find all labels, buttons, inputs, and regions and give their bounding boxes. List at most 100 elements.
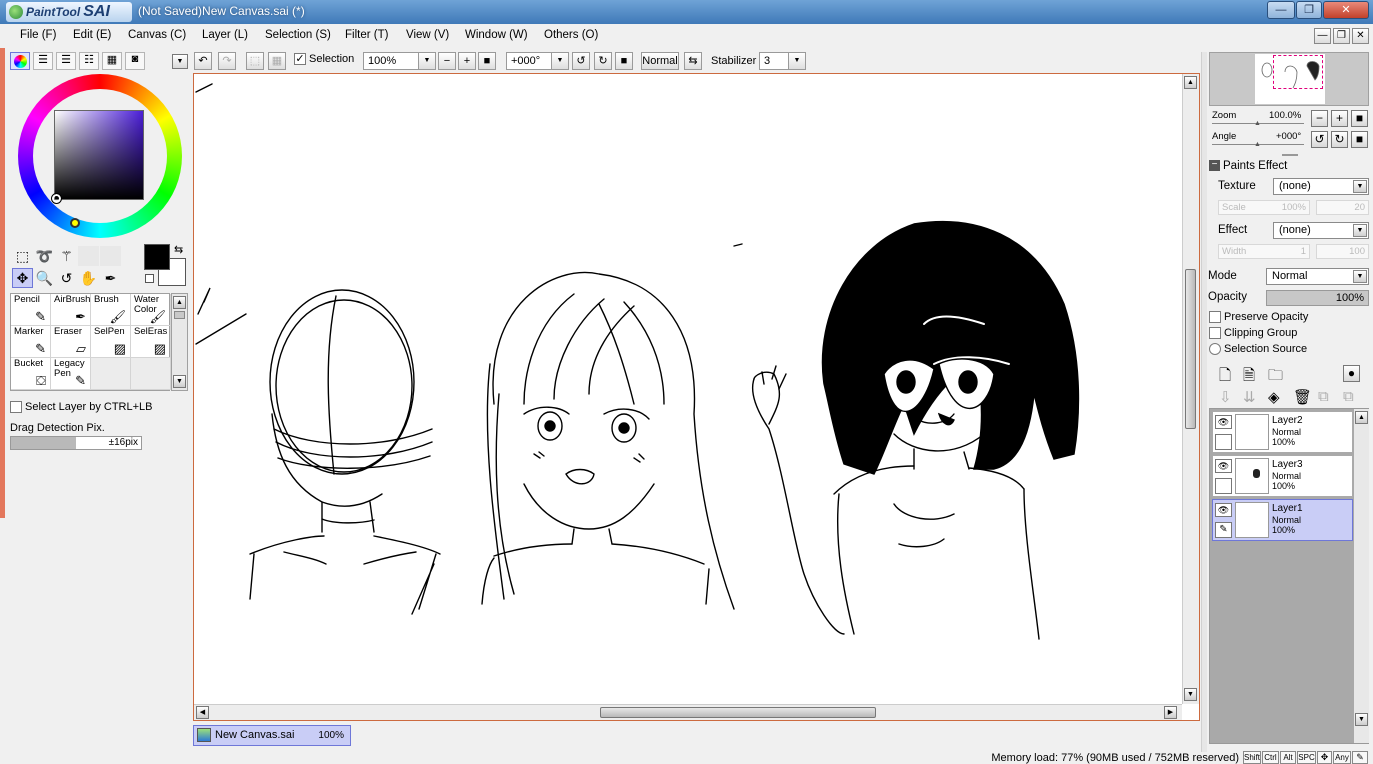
selection-toggle[interactable]: Selection	[294, 53, 354, 66]
lasso-tool[interactable]: ➰	[34, 246, 55, 266]
clipping-group-checkbox[interactable]	[1209, 327, 1221, 340]
menu-filter[interactable]: Filter (T)	[345, 29, 388, 41]
canvas-horizontal-scrollbar[interactable]: ◀ ▶	[194, 704, 1182, 720]
zoom-reset-button[interactable]: ■	[478, 52, 496, 70]
nav-zoom-thumb[interactable]: ▲	[1254, 120, 1261, 127]
scroll-up-arrow[interactable]: ▲	[1184, 76, 1197, 89]
zoom-field[interactable]: 100%	[363, 52, 419, 70]
scroll-down-arrow[interactable]: ▼	[1355, 713, 1368, 726]
menu-selection[interactable]: Selection (S)	[265, 29, 331, 41]
nav-zoom-in-button[interactable]: +	[1331, 110, 1348, 127]
view-mode-button[interactable]: Normal	[641, 52, 679, 70]
scroll-left-arrow[interactable]: ◀	[196, 706, 209, 719]
stabilizer-dropdown[interactable]: ▼	[788, 52, 806, 70]
new-folder-icon[interactable]: 🗀	[1268, 365, 1283, 390]
eyedropper-tool[interactable]: ✒	[100, 268, 121, 288]
stabilizer-field[interactable]: 3	[759, 52, 789, 70]
rotate-left-button[interactable]: ↺	[572, 52, 590, 70]
nav-rotate-reset-button[interactable]: ■	[1351, 131, 1368, 148]
menu-window[interactable]: Window (W)	[465, 29, 528, 41]
eye-icon[interactable]: 👁	[1215, 415, 1232, 429]
layer-mask-button[interactable]: ●	[1343, 365, 1360, 382]
drag-detection-slider[interactable]: ±16pix	[10, 436, 142, 450]
rotate-reset-button[interactable]: ■	[615, 52, 633, 70]
eye-icon[interactable]: 👁	[1215, 459, 1232, 473]
canvas-viewport[interactable]: ▲ ▼ ◀ ▶	[193, 73, 1200, 721]
nav-zoom-reset-button[interactable]: ■	[1351, 110, 1368, 127]
magic-wand-tool[interactable]: ⚚	[56, 246, 77, 266]
brush-legacy-pen[interactable]: Legacy Pen ✎	[51, 358, 91, 390]
deselect-button[interactable]: ⬚	[246, 52, 264, 70]
layer-opacity-slider[interactable]: 100%	[1266, 290, 1369, 306]
canvas-drawing[interactable]	[194, 74, 1181, 704]
new-linework-layer-icon[interactable]: 🗎	[1243, 365, 1255, 390]
clear-layer-icon[interactable]: ◈	[1268, 388, 1280, 406]
swatches-tab[interactable]: ☷	[79, 52, 99, 70]
clipping-group-option[interactable]: Clipping Group	[1209, 327, 1297, 340]
panel-grip[interactable]	[1282, 154, 1298, 156]
angle-field[interactable]: +000°	[506, 52, 552, 70]
brush-pencil[interactable]: Pencil ✎	[11, 294, 51, 326]
brush-watercolor[interactable]: Water Color 🖌	[131, 294, 171, 326]
delete-layer-icon[interactable]: 🗑	[1293, 388, 1312, 406]
navigator-preview[interactable]	[1209, 52, 1369, 106]
right-panel-splitter[interactable]	[1201, 52, 1207, 752]
nav-angle-thumb[interactable]: ▲	[1254, 141, 1261, 148]
nav-rotate-left-button[interactable]: ↺	[1311, 131, 1328, 148]
zoom-out-button[interactable]: −	[438, 52, 456, 70]
canvas-vertical-scrollbar[interactable]: ▲ ▼	[1182, 74, 1199, 704]
layer-row-layer2[interactable]: 👁 Layer2 Normal 100%	[1212, 411, 1353, 453]
navigator-view-rect[interactable]	[1273, 55, 1323, 89]
horizontal-scroll-thumb[interactable]	[600, 707, 876, 718]
color-panel-dropdown[interactable]: ▼	[172, 54, 188, 69]
texture-select[interactable]: (none) ▼	[1273, 178, 1369, 195]
sv-picker-cursor[interactable]	[51, 193, 62, 204]
selection-checkbox[interactable]	[294, 53, 306, 66]
brush-bucket[interactable]: Bucket ⛋	[11, 358, 51, 390]
document-tab[interactable]: New Canvas.sai 100%	[193, 725, 351, 746]
scroll-up-arrow[interactable]: ▲	[173, 296, 186, 309]
mdi-close-button[interactable]: ✕	[1352, 28, 1369, 44]
nav-rotate-right-button[interactable]: ↻	[1331, 131, 1348, 148]
invert-selection-button[interactable]: ▦	[268, 52, 286, 70]
layer-row-layer3[interactable]: 👁 Layer3 Normal 100%	[1212, 455, 1353, 497]
effect-select[interactable]: (none) ▼	[1273, 222, 1369, 239]
redo-button[interactable]: ↷	[218, 52, 236, 70]
menu-view[interactable]: View (V)	[406, 29, 449, 41]
scroll-down-arrow[interactable]: ▼	[173, 375, 186, 388]
brush-eraser[interactable]: Eraser ▱	[51, 326, 91, 358]
flip-view-button[interactable]: ⇆	[684, 52, 702, 70]
new-layer-icon[interactable]: 🗋	[1219, 365, 1231, 390]
scroll-down-arrow[interactable]: ▼	[1184, 688, 1197, 701]
pen-icon[interactable]: ✎	[1215, 522, 1232, 538]
scroll-right-arrow[interactable]: ▶	[1164, 706, 1177, 719]
merge-visible-icon[interactable]: ⧉	[1318, 388, 1329, 405]
zoom-in-button[interactable]: +	[458, 52, 476, 70]
menu-layer[interactable]: Layer (L)	[202, 29, 248, 41]
flatten-icon[interactable]: ⧉	[1343, 388, 1354, 405]
nav-zoom-out-button[interactable]: −	[1311, 110, 1328, 127]
layer-list-scrollbar[interactable]: ▲ ▼	[1354, 409, 1369, 743]
brush-selpen[interactable]: SelPen ▨	[91, 326, 131, 358]
select-layer-checkbox[interactable]	[10, 401, 22, 414]
scratchpad-tab[interactable]: ◙	[125, 52, 145, 70]
color-wheel-tab[interactable]	[10, 52, 30, 70]
menu-canvas[interactable]: Canvas (C)	[128, 29, 186, 41]
user-swatch-tab[interactable]: ▦	[102, 52, 122, 70]
rotate-tool[interactable]: ↺	[56, 268, 77, 288]
menu-file[interactable]: File (F)	[20, 29, 56, 41]
preserve-opacity-checkbox[interactable]	[1209, 311, 1221, 324]
merge-down-icon[interactable]: ⇊	[1243, 388, 1256, 406]
hue-picker-cursor[interactable]	[70, 218, 80, 228]
hand-tool[interactable]: ✋	[78, 268, 99, 288]
reset-colors-icon[interactable]	[145, 274, 154, 283]
menu-edit[interactable]: Edit (E)	[73, 29, 111, 41]
selection-source-option[interactable]: Selection Source	[1209, 343, 1307, 356]
close-button[interactable]: ✕	[1323, 1, 1369, 19]
minimize-button[interactable]: —	[1267, 1, 1295, 19]
brush-brush[interactable]: Brush 🖌	[91, 294, 131, 326]
scroll-thumb[interactable]	[174, 311, 185, 319]
scroll-up-arrow[interactable]: ▲	[1355, 411, 1368, 424]
brush-palette-scrollbar[interactable]: ▲ ▼	[171, 293, 188, 391]
saturation-value-square[interactable]	[54, 110, 144, 200]
